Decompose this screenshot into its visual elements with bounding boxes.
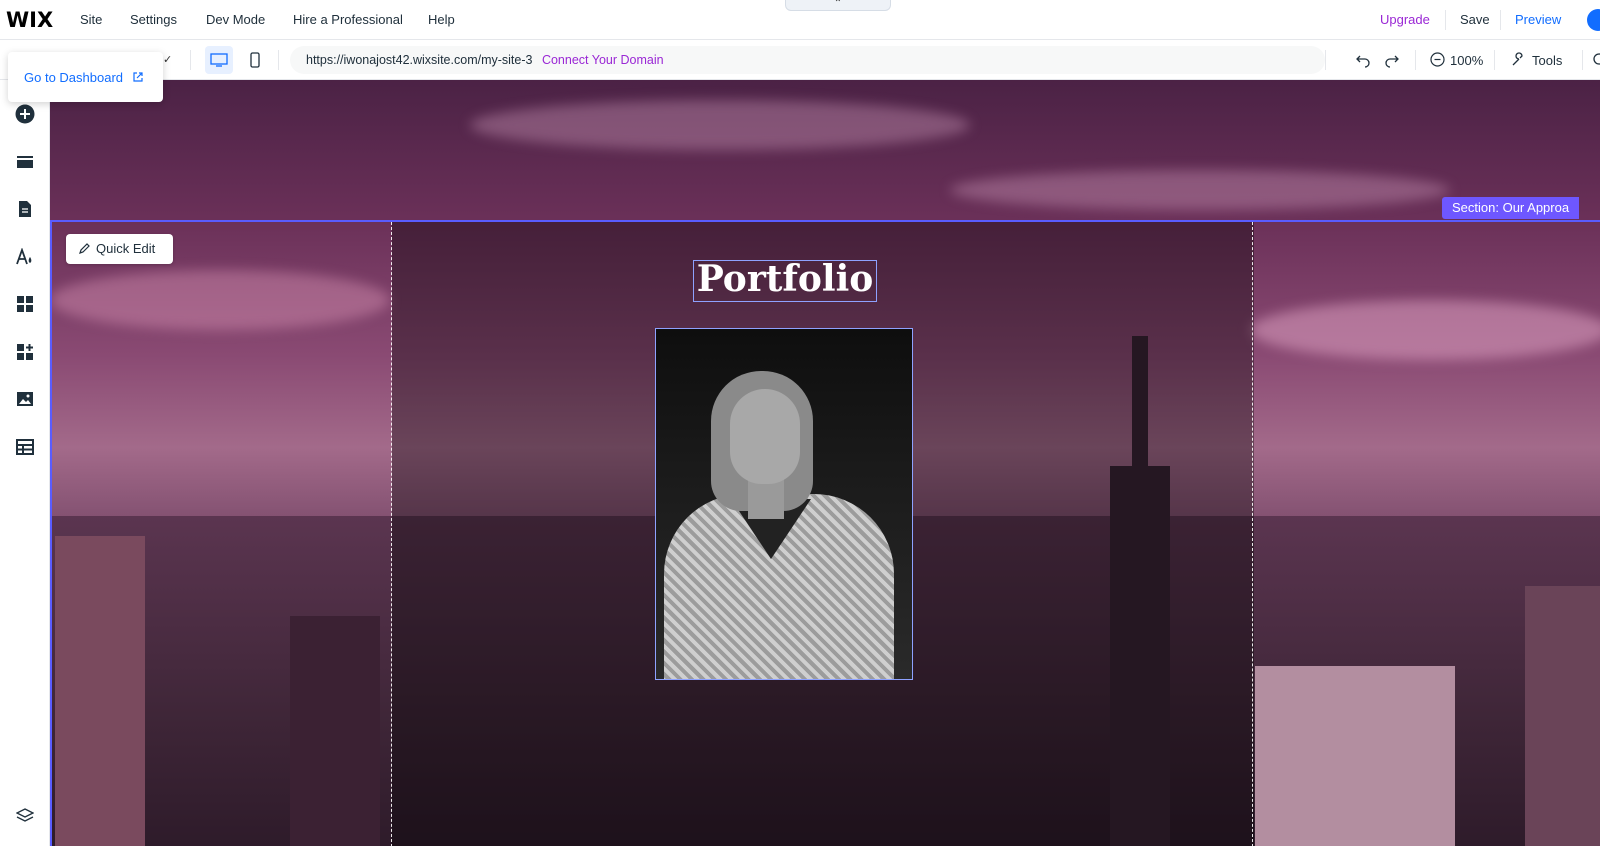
media-icon[interactable] [13,387,37,411]
portrait-face [730,389,800,484]
redo-icon[interactable] [1384,52,1400,73]
mobile-icon [250,52,260,68]
desktop-icon [210,53,228,67]
desktop-view-button[interactable] [205,46,233,74]
building [55,536,145,846]
menu-site[interactable]: Site [80,12,102,27]
divider [278,50,279,70]
go-to-dashboard-popup[interactable]: Go to Dashboard [8,52,163,102]
building [290,616,380,846]
upgrade-link[interactable]: Upgrade [1380,12,1430,27]
collapse-toolbar-button[interactable]: ⌃ [785,0,891,11]
divider [1494,50,1495,70]
left-panel-rail [0,80,50,846]
background-cloud [470,100,970,150]
publish-button[interactable] [1587,9,1600,31]
external-link-icon [133,72,143,82]
divider [1582,50,1583,70]
menu-settings[interactable]: Settings [130,12,177,27]
building [1525,586,1600,846]
site-address-bar[interactable]: https://iwonajost42.wixsite.com/my-site-… [290,46,1325,74]
top-bar: WIX Site Settings Dev Mode Hire a Profes… [0,0,1600,40]
section-label[interactable]: Section: Our Approa [1442,197,1580,219]
divider [1445,10,1446,30]
tools-button[interactable]: Tools [1532,53,1562,68]
divider [1415,50,1416,70]
save-button[interactable]: Save [1460,12,1490,27]
mobile-view-button[interactable] [241,46,269,74]
pencil-icon [79,243,90,254]
section-selection-border [50,220,52,846]
site-url: https://iwonajost42.wixsite.com/my-site-… [306,53,533,67]
portrait-neck [748,479,784,519]
editor-canvas[interactable]: Section: Our Approa Quick Edit Portfolio [50,80,1600,846]
preview-button[interactable]: Preview [1515,12,1561,27]
section-selection-border [50,220,1600,222]
zoom-out-icon[interactable] [1430,52,1445,72]
menu-help[interactable]: Help [428,12,455,27]
search-icon[interactable] [1592,52,1600,73]
undo-icon[interactable] [1355,52,1371,73]
go-to-dashboard-label[interactable]: Go to Dashboard [24,70,123,85]
divider [1325,50,1326,70]
divider [190,50,191,70]
cms-icon[interactable] [13,435,37,459]
menu-dev-mode[interactable]: Dev Mode [206,12,265,27]
apps-icon[interactable] [13,292,37,316]
menu-hire-professional[interactable]: Hire a Professional [293,12,403,27]
quick-edit-button[interactable]: Quick Edit [66,234,173,264]
background-cloud [50,270,390,330]
chevron-down-icon[interactable]: ✓ [163,53,172,66]
add-apps-icon[interactable] [13,340,37,364]
divider [1500,10,1501,30]
connect-domain-link[interactable]: Connect Your Domain [542,53,664,67]
building [1255,666,1455,846]
quick-edit-label: Quick Edit [96,241,156,256]
background-cloud [1250,300,1600,360]
pages-icon[interactable] [13,197,37,221]
add-icon[interactable] [13,102,37,126]
editor-toolbar: ✓ https://iwonajost42.wixsite.com/my-sit… [0,40,1600,80]
wix-logo[interactable]: WIX [6,8,53,32]
grid-guide-right [1252,222,1253,846]
portrait-image[interactable] [655,328,913,680]
sections-icon[interactable] [13,150,37,174]
background-cloud [950,170,1450,210]
portfolio-heading[interactable]: Portfolio [693,258,877,300]
zoom-level[interactable]: 100% [1450,53,1483,68]
grid-guide-left [391,222,392,846]
tools-icon [1510,52,1526,73]
layers-icon[interactable] [13,804,37,828]
theme-icon[interactable] [13,245,37,269]
